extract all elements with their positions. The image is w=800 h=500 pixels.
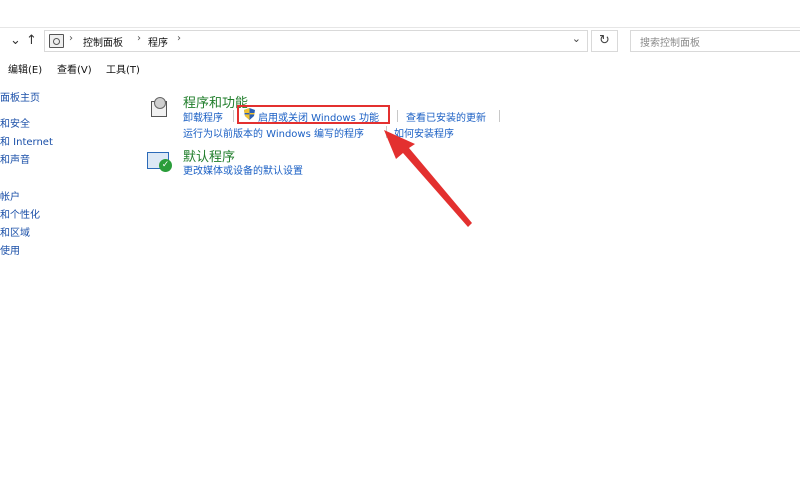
menu-tools[interactable]: 工具(T) bbox=[106, 61, 140, 76]
search-input[interactable] bbox=[638, 37, 792, 50]
link-divider bbox=[397, 110, 398, 122]
nav-dropdown-icon[interactable]: ⌄ bbox=[10, 31, 21, 51]
left-nav-home[interactable]: 面板主页 bbox=[0, 89, 40, 104]
highlight-box bbox=[237, 105, 390, 124]
address-bar[interactable]: › 控制面板 › 程序 › ⌄ bbox=[44, 30, 588, 52]
refresh-button[interactable]: ↻ bbox=[591, 30, 618, 52]
link-divider bbox=[499, 110, 500, 122]
left-nav-region[interactable]: 和区域 bbox=[0, 224, 30, 239]
how-to-install-link[interactable]: 如何安装程序 bbox=[394, 125, 454, 140]
chevron-right-icon[interactable]: › bbox=[69, 33, 73, 44]
left-nav-internet[interactable]: 和 Internet bbox=[0, 133, 53, 148]
uninstall-program-link[interactable]: 卸载程序 bbox=[183, 109, 223, 124]
left-nav-ease[interactable]: 使用 bbox=[0, 242, 20, 257]
search-box[interactable] bbox=[630, 30, 800, 52]
window-top-strip bbox=[0, 0, 800, 28]
control-panel-icon bbox=[49, 34, 64, 48]
up-arrow-icon[interactable]: ↑ bbox=[26, 31, 37, 51]
compatibility-program-link[interactable]: 运行为以前版本的 Windows 编写的程序 bbox=[183, 125, 364, 140]
chevron-right-icon[interactable]: › bbox=[177, 33, 181, 44]
left-nav-personalization[interactable]: 和个性化 bbox=[0, 206, 40, 221]
default-programs-icon[interactable]: ✓ bbox=[147, 152, 173, 174]
link-divider bbox=[233, 110, 234, 122]
left-nav-sound[interactable]: 和声音 bbox=[0, 151, 30, 166]
left-nav-accounts[interactable]: 帐户 bbox=[0, 188, 20, 203]
refresh-icon: ↻ bbox=[599, 33, 610, 48]
menu-view[interactable]: 查看(V) bbox=[57, 61, 92, 76]
change-media-defaults-link[interactable]: 更改媒体或设备的默认设置 bbox=[183, 162, 303, 177]
view-installed-updates-link[interactable]: 查看已安装的更新 bbox=[406, 109, 486, 124]
menu-bar: 编辑(E) 查看(V) 工具(T) bbox=[0, 58, 800, 76]
breadcrumb-programs[interactable]: 程序 bbox=[148, 34, 168, 49]
menu-edit[interactable]: 编辑(E) bbox=[8, 61, 42, 76]
breadcrumb-control-panel[interactable]: 控制面板 bbox=[83, 34, 123, 49]
chevron-down-icon[interactable]: ⌄ bbox=[572, 32, 581, 45]
link-divider bbox=[386, 126, 387, 138]
programs-features-icon[interactable] bbox=[149, 97, 169, 117]
chevron-right-icon[interactable]: › bbox=[137, 33, 141, 44]
left-nav-security[interactable]: 和安全 bbox=[0, 115, 30, 130]
